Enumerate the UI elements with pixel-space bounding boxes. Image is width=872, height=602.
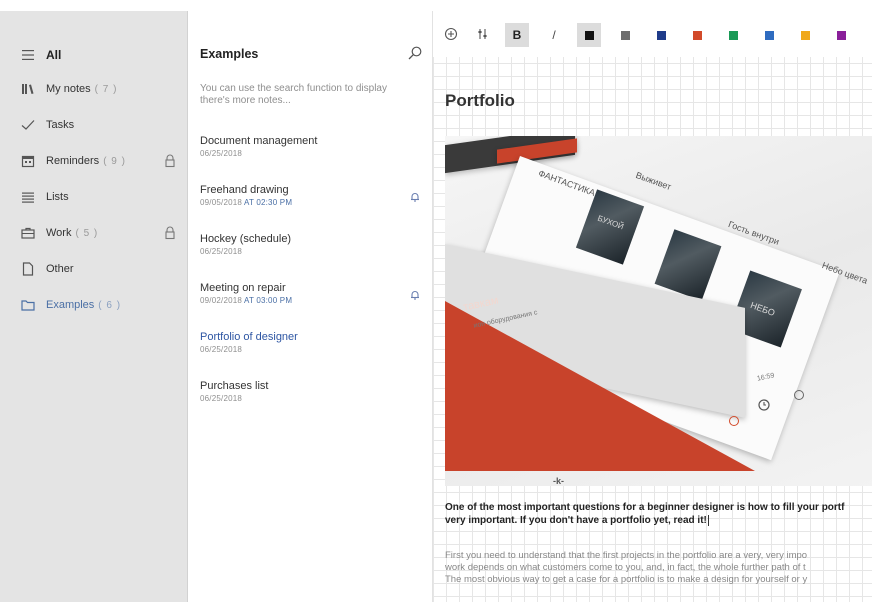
document-bold-text[interactable]: One of the most important questions for …: [445, 501, 872, 527]
plus-circle-icon: [444, 27, 458, 44]
bell-icon: [409, 190, 421, 202]
color-swatch-navy[interactable]: [649, 23, 673, 47]
note-title: Meeting on repair: [200, 282, 286, 294]
sidebar-item-other[interactable]: Other: [0, 252, 188, 286]
note-date: 09/02/2018 AT 03:00 PM: [200, 296, 293, 305]
note-date: 06/25/2018: [200, 394, 243, 403]
note-title: Document management: [200, 135, 318, 147]
color-swatch-fill: [764, 30, 774, 40]
sidebar-item-examples[interactable]: Examples( 6 ): [0, 288, 188, 322]
note-title: Hockey (schedule): [200, 233, 292, 245]
note-date: 09/05/2018 AT 02:30 PM: [200, 198, 293, 207]
sidebar-item-label: Lists: [46, 191, 69, 203]
document-icon: [20, 261, 36, 277]
color-swatch-fill: [728, 30, 738, 40]
hamburger-icon: [20, 47, 36, 63]
sidebar-item-all[interactable]: All: [0, 38, 188, 72]
sidebar-item-label: Work( 5 ): [46, 227, 99, 239]
sidebar-item-label: My notes( 7 ): [46, 83, 118, 95]
list-icon: [20, 189, 36, 205]
sidebar-item-label: Examples( 6 ): [46, 299, 122, 311]
color-swatch-fill: [692, 30, 702, 40]
note-list-item[interactable]: Purchases list 06/25/2018: [200, 380, 425, 414]
portfolio-image: ФАНТАСТИКА Выживет Гость внутри Небо цве…: [445, 136, 872, 486]
document-paragraph[interactable]: First you need to understand that the fi…: [445, 550, 872, 586]
sidebar-item-count: ( 6 ): [98, 300, 122, 311]
document-bold-line-with-caret: very important. If you don't have a port…: [445, 514, 709, 526]
paragraph-line: First you need to understand that the fi…: [445, 550, 808, 561]
notes-list-title: Examples: [200, 47, 259, 61]
bell-icon: [409, 288, 421, 300]
sidebar-item-count: ( 7 ): [94, 84, 118, 95]
sidebar-item-count: ( 5 ): [75, 228, 99, 239]
sidebar-item-tasks[interactable]: Tasks: [0, 108, 188, 142]
document-title: Portfolio: [445, 91, 515, 110]
color-swatch-fill: [656, 30, 666, 40]
color-swatch-black[interactable]: [577, 23, 601, 47]
sidebar-item-label: All: [46, 48, 62, 62]
sidebar-item-label: Other: [46, 263, 74, 275]
text-format-icon: [476, 27, 490, 44]
briefcase-icon: [20, 225, 36, 241]
search-hint-text: You can use the search function to displ…: [200, 83, 387, 106]
paragraph-line: work depends on what customers come to y…: [445, 562, 806, 573]
sidebar-item-my-notes[interactable]: My notes( 7 ): [0, 72, 188, 106]
note-date: 06/25/2018: [200, 345, 243, 354]
sidebar: All My notes( 7 ) Tasks Reminders( 9 ) L…: [0, 11, 188, 602]
note-list-item[interactable]: Document management 06/25/2018: [200, 135, 425, 169]
note-list-item[interactable]: Freehand drawing 09/05/2018 AT 02:30 PM: [200, 184, 425, 218]
note-list-item[interactable]: Hockey (schedule) 06/25/2018: [200, 233, 425, 267]
text-caret: [707, 514, 709, 526]
sidebar-item-lists[interactable]: Lists: [0, 180, 188, 214]
note-title: Freehand drawing: [200, 184, 289, 196]
note-list-item[interactable]: Meeting on repair 09/02/2018 AT 03:00 PM: [200, 282, 425, 316]
sidebar-item-count: ( 9 ): [103, 156, 126, 167]
image-red-shape: [445, 301, 755, 471]
note-editor[interactable]: B / Portfolio ФАНТАСТИКА Выживет Гость в…: [433, 11, 872, 602]
color-swatch-green[interactable]: [721, 23, 745, 47]
notes-app-window: All My notes( 7 ) Tasks Reminders( 9 ) L…: [0, 0, 872, 602]
sidebar-item-label: Tasks: [46, 119, 75, 131]
color-swatch-orange[interactable]: [793, 23, 817, 47]
note-date: 06/25/2018: [200, 149, 243, 158]
books-icon: [20, 81, 36, 97]
sidebar-item-work[interactable]: Work( 5 ): [0, 216, 188, 250]
image-label: -k-: [553, 476, 564, 486]
bold-button[interactable]: B: [505, 23, 529, 47]
note-date: 06/25/2018: [200, 247, 243, 256]
color-swatch-fill: [836, 30, 846, 40]
calendar-icon: [20, 153, 36, 169]
note-title: Portfolio of designer: [200, 331, 298, 343]
color-swatch-fill: [584, 30, 594, 40]
italic-button[interactable]: /: [542, 23, 566, 47]
text-format-button[interactable]: [471, 23, 495, 47]
note-title: Purchases list: [200, 380, 269, 392]
search-icon[interactable]: [407, 45, 423, 61]
color-swatch-purple[interactable]: [829, 23, 853, 47]
document-bold-line: One of the most important questions for …: [445, 502, 845, 513]
sidebar-item-reminders[interactable]: Reminders( 9 ): [0, 144, 188, 178]
add-button[interactable]: [439, 23, 463, 47]
lock-icon: [164, 154, 176, 168]
color-swatch-red[interactable]: [685, 23, 709, 47]
clock-icon: [757, 398, 771, 417]
notes-list-panel: Examples You can use the search function…: [188, 11, 433, 602]
paragraph-line: The most obvious way to get a case for a…: [445, 574, 808, 585]
color-swatch-gray[interactable]: [613, 23, 637, 47]
lock-icon: [164, 226, 176, 240]
timer-icon: [793, 388, 805, 406]
note-list-item-selected[interactable]: Portfolio of designer 06/25/2018: [200, 331, 425, 365]
formatting-toolbar: B /: [433, 11, 872, 57]
sidebar-item-label: Reminders( 9 ): [46, 155, 126, 167]
color-swatch-fill: [800, 30, 810, 40]
window-top-strip: [0, 0, 872, 11]
checkmark-icon: [20, 117, 36, 133]
alarm-icon: [728, 414, 740, 432]
folder-icon: [20, 297, 36, 313]
color-swatch-blue[interactable]: [757, 23, 781, 47]
color-swatch-fill: [620, 30, 630, 40]
